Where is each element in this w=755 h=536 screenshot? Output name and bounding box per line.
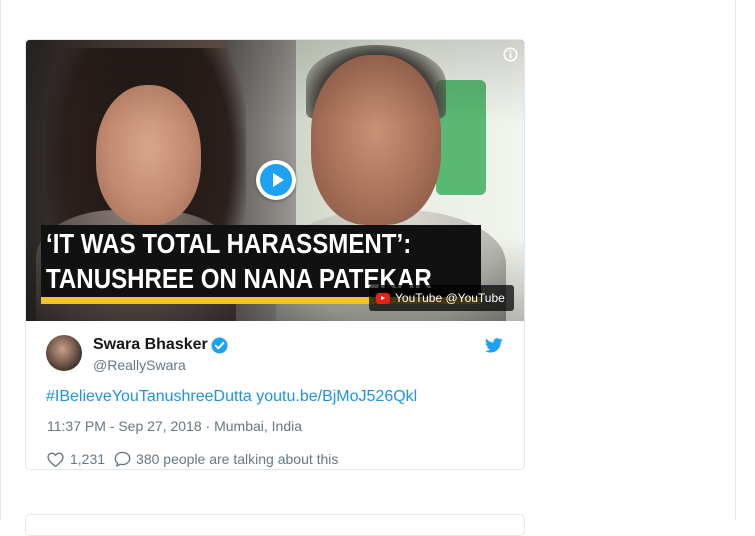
play-icon [260,164,292,196]
twitter-bird-icon[interactable] [485,338,503,353]
next-embedded-card [25,514,525,536]
play-button[interactable] [256,160,296,200]
author-handle[interactable]: @ReallySwara [93,357,186,373]
tweet-meta: 11:37 PM - Sep 27, 2018 · Mumbai, India [47,418,302,434]
hashtag-link[interactable]: #IBelieveYouTanushreeDutta [46,388,252,405]
headline-line-2: TANUSHREE ON NANA PATEKAR [46,263,432,294]
info-icon[interactable] [503,47,518,62]
timestamp-link[interactable]: 11:37 PM - Sep 27, 2018 [47,418,202,434]
headline-line-1: ‘IT WAS TOTAL HARASSMENT’: [46,228,412,259]
author-name[interactable]: Swara Bhasker [93,336,208,354]
like-count[interactable]: 1,231 [70,451,105,467]
tweet-actions: 1,231 380 people are talking about this [47,449,338,469]
youtube-attribution[interactable]: YouTube @YouTube [369,285,514,311]
embedded-tweet-card: ‘IT WAS TOTAL HARASSMENT’: TANUSHREE ON … [25,39,525,470]
tweet-text: #IBelieveYouTanushreeDutta youtu.be/BjMo… [46,388,417,406]
page-left-border [0,0,1,520]
youtube-logo-icon [376,292,390,304]
location-link[interactable]: Mumbai, India [214,418,302,434]
youtube-attribution-text: YouTube @YouTube [395,291,505,305]
page-right-border [735,0,736,520]
reply-bubble-icon[interactable] [114,451,131,467]
conversation-count-text[interactable]: 380 people are talking about this [136,451,338,467]
tweet-body: Swara Bhasker @ReallySwara #IBelieveYouT… [26,321,524,469]
meta-separator: · [201,418,215,434]
verified-badge-icon [211,337,228,354]
youtube-short-link[interactable]: youtu.be/BjMoJ526Qkl [256,388,417,405]
video-thumbnail[interactable]: ‘IT WAS TOTAL HARASSMENT’: TANUSHREE ON … [26,40,524,321]
heart-icon[interactable] [47,452,64,467]
avatar[interactable] [46,335,82,371]
